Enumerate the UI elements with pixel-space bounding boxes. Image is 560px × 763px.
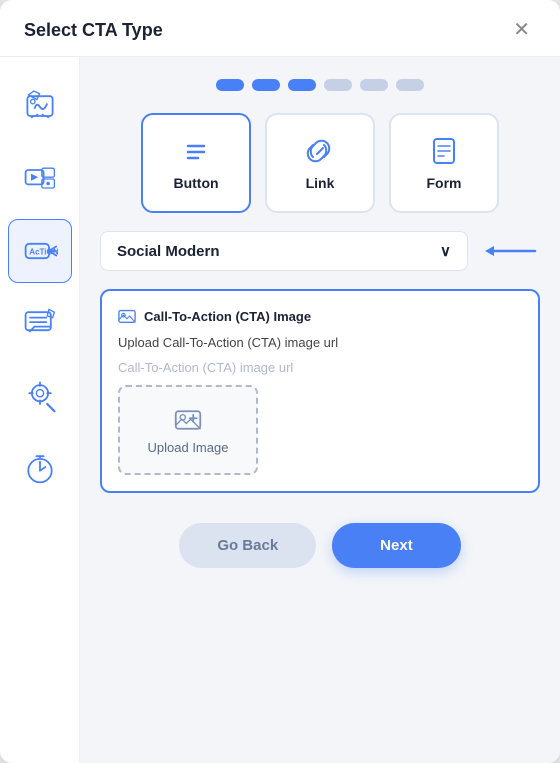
cta-card-form-label: Form (427, 175, 462, 191)
progress-dot-3 (288, 79, 316, 91)
chevron-down-icon: ∨ (440, 242, 451, 260)
progress-dot-6 (396, 79, 424, 91)
progress-dot-2 (252, 79, 280, 91)
cta-card-button-label: Button (173, 175, 218, 191)
sidebar: AcTiON (0, 57, 80, 763)
sidebar-item-action[interactable]: AcTiON (8, 219, 72, 283)
cta-card-link[interactable]: Link (265, 113, 375, 213)
progress-dot-1 (216, 79, 244, 91)
next-button[interactable]: Next (332, 523, 461, 568)
style-dropdown[interactable]: Social Modern ∨ (100, 231, 468, 271)
cta-card-button[interactable]: Button (141, 113, 251, 213)
progress-dot-4 (324, 79, 352, 91)
upload-image-label: Upload Image (148, 440, 229, 455)
modal-body: AcTiON (0, 57, 560, 763)
cta-image-box: Call-To-Action (CTA) Image Upload Call-T… (100, 289, 540, 493)
main-content: Button Link (80, 57, 560, 763)
footer-buttons: Go Back Next (100, 511, 540, 568)
dropdown-value: Social Modern (117, 243, 220, 260)
sidebar-item-crosshair[interactable] (8, 363, 72, 427)
sidebar-item-text[interactable] (8, 291, 72, 355)
sidebar-item-timer[interactable] (8, 435, 72, 499)
cta-type-cards: Button Link (100, 113, 540, 213)
cta-image-header: Call-To-Action (CTA) Image (118, 307, 522, 325)
sidebar-item-media[interactable] (8, 147, 72, 211)
dropdown-row: Social Modern ∨ (100, 231, 540, 271)
cta-card-form[interactable]: Form (389, 113, 499, 213)
progress-dots (100, 79, 540, 91)
cta-image-label: Upload Call-To-Action (CTA) image url (118, 335, 522, 350)
modal-header: Select CTA Type ✕ (0, 0, 560, 57)
progress-dot-5 (360, 79, 388, 91)
modal: Select CTA Type ✕ (0, 0, 560, 763)
go-back-button[interactable]: Go Back (179, 523, 316, 568)
sidebar-item-brand[interactable] (8, 75, 72, 139)
cta-image-url-placeholder: Call-To-Action (CTA) image url (118, 360, 522, 375)
cta-card-link-label: Link (306, 175, 335, 191)
modal-title: Select CTA Type (24, 20, 163, 41)
close-button[interactable]: ✕ (507, 18, 536, 42)
cta-image-header-label: Call-To-Action (CTA) Image (144, 309, 311, 324)
arrow-indicator (480, 239, 540, 263)
upload-image-button[interactable]: Upload Image (118, 385, 258, 475)
